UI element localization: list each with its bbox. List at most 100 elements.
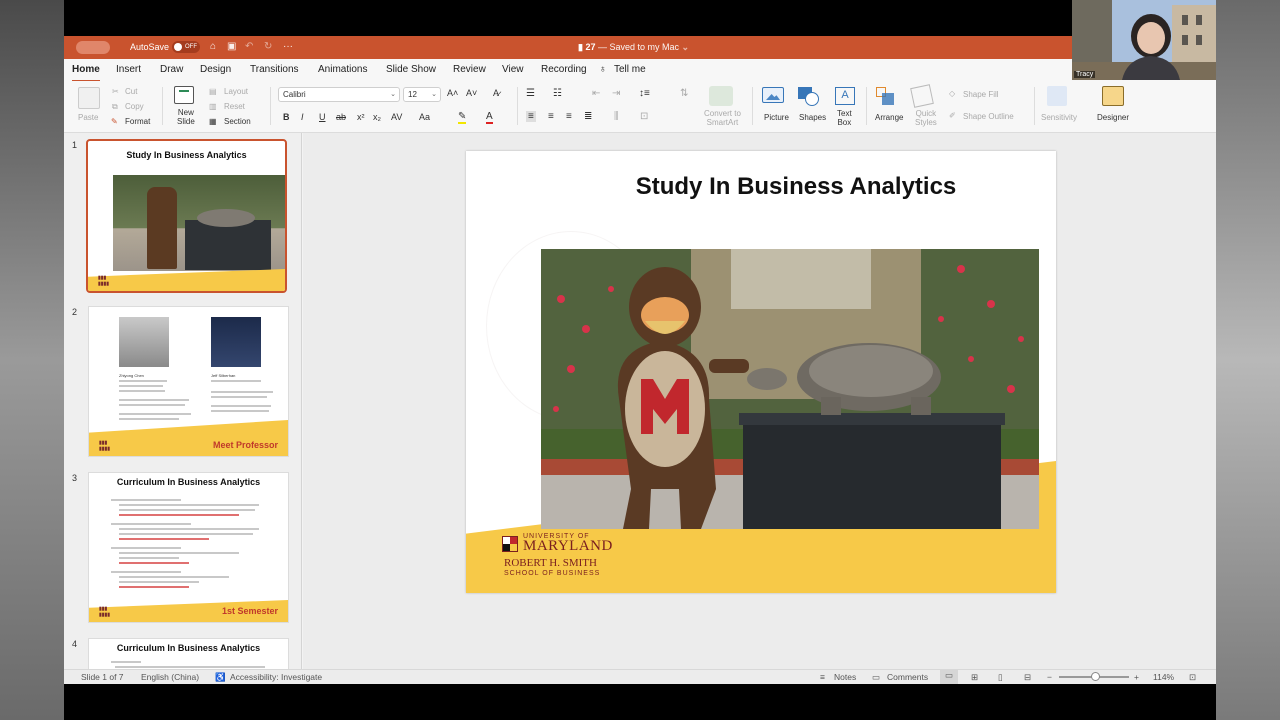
- shapes-button[interactable]: Shapes: [799, 113, 826, 122]
- new-slide-button[interactable]: New Slide: [177, 108, 195, 126]
- shape-fill-button[interactable]: Shape Fill: [963, 90, 999, 99]
- slide-photo[interactable]: [541, 249, 1039, 529]
- thumbnail-title: Curriculum In Business Analytics: [116, 643, 261, 653]
- tab-insert[interactable]: Insert: [116, 64, 141, 75]
- slide-thumbnail-1[interactable]: Study In Business Analytics ▮▮▮ ▮▮▮▮: [86, 139, 287, 293]
- convert-smartart-button[interactable]: Convert to SmartArt: [704, 109, 741, 127]
- tab-review[interactable]: Review: [453, 64, 486, 75]
- copy-button[interactable]: Copy: [125, 102, 144, 111]
- chevron-down-icon[interactable]: ⌄: [679, 42, 690, 52]
- decrease-font-icon[interactable]: A˅: [466, 88, 477, 98]
- change-case-icon[interactable]: Aa: [419, 112, 430, 122]
- clear-format-icon[interactable]: A̷: [493, 88, 499, 98]
- char-spacing-icon[interactable]: AV: [391, 112, 402, 122]
- tab-design[interactable]: Design: [200, 64, 231, 75]
- increase-indent-icon[interactable]: ⇥: [612, 88, 620, 99]
- participant-name: Tracy: [1074, 71, 1096, 78]
- window-controls[interactable]: [76, 41, 110, 54]
- align-center-icon[interactable]: ≡: [548, 111, 554, 122]
- slide-number: 2: [72, 307, 78, 317]
- tab-recording[interactable]: Recording: [541, 64, 587, 75]
- arrange-button[interactable]: Arrange: [875, 113, 903, 122]
- slide-thumbnail-3[interactable]: Curriculum In Business Analytics ▮▮▮▮▮▮: [88, 472, 289, 623]
- zoom-level[interactable]: 114%: [1153, 672, 1174, 682]
- autosave-label: AutoSave: [130, 42, 170, 52]
- paint-bucket-icon: ◇: [949, 89, 956, 98]
- columns-icon[interactable]: ⫼: [614, 111, 619, 122]
- redo-icon[interactable]: ↻: [264, 41, 272, 52]
- cut-button[interactable]: Cut: [125, 87, 137, 96]
- sensitivity-icon[interactable]: [1047, 86, 1067, 106]
- font-color-icon[interactable]: A: [486, 111, 493, 124]
- quick-styles-icon[interactable]: [910, 84, 934, 108]
- format-painter-button[interactable]: Format: [125, 117, 150, 126]
- tab-animations[interactable]: Animations: [318, 64, 367, 75]
- slide-sorter-icon[interactable]: ⊞: [971, 672, 978, 683]
- undo-icon[interactable]: ↶: [245, 41, 253, 52]
- fit-slide-icon[interactable]: ⊡: [1189, 672, 1196, 683]
- superscript-icon[interactable]: x²: [357, 112, 365, 122]
- strikethrough-icon[interactable]: ab: [336, 112, 346, 122]
- highlight-icon[interactable]: ✎: [458, 111, 467, 124]
- font-size-field[interactable]: 12 ⌄: [403, 87, 441, 102]
- designer-button[interactable]: Designer: [1097, 113, 1129, 122]
- designer-icon[interactable]: [1102, 86, 1124, 106]
- layout-icon: ▤: [209, 87, 217, 96]
- tab-view[interactable]: View: [502, 64, 524, 75]
- quick-styles-button[interactable]: Quick Styles: [915, 109, 937, 127]
- slide-title[interactable]: Study In Business Analytics: [621, 173, 971, 201]
- slide-thumbnail-2[interactable]: Zhiyong Chen Jeff Silberhan ▮▮▮ ▮▮▮▮ Meet…: [88, 306, 289, 457]
- reset-button[interactable]: Reset: [224, 102, 245, 111]
- picture-icon[interactable]: [762, 87, 784, 103]
- home-icon[interactable]: ⌂: [210, 41, 216, 52]
- current-slide[interactable]: Study In Business Analytics UNIVERSITY O…: [466, 151, 1056, 593]
- numbering-icon[interactable]: ☷: [553, 88, 562, 99]
- subscript-icon[interactable]: x₂: [373, 112, 381, 122]
- normal-view-icon[interactable]: ▭: [940, 670, 958, 684]
- align-right-icon[interactable]: ≡: [566, 111, 572, 122]
- zoom-slider-handle[interactable]: [1091, 672, 1100, 681]
- tab-draw[interactable]: Draw: [160, 64, 183, 75]
- paste-button[interactable]: Paste: [78, 113, 98, 122]
- increase-font-icon[interactable]: A˄: [447, 88, 458, 98]
- comments-button[interactable]: Comments: [887, 672, 928, 682]
- font-name-field[interactable]: Calibri ⌄: [278, 87, 400, 102]
- slide-editor[interactable]: Study In Business Analytics UNIVERSITY O…: [303, 133, 1216, 669]
- language-status[interactable]: English (China): [141, 672, 199, 682]
- autosave-toggle[interactable]: OFF: [172, 41, 200, 53]
- zoom-in-icon[interactable]: +: [1134, 672, 1139, 682]
- accessibility-status[interactable]: Accessibility: Investigate: [230, 672, 322, 682]
- notes-button[interactable]: Notes: [834, 672, 856, 682]
- picture-button[interactable]: Picture: [764, 113, 789, 122]
- tell-me[interactable]: Tell me: [614, 64, 646, 75]
- justify-icon[interactable]: ≣: [584, 111, 592, 122]
- save-icon[interactable]: ▣: [227, 41, 236, 52]
- thumbnail-logo: ▮▮▮ ▮▮▮▮: [99, 606, 111, 618]
- new-slide-icon[interactable]: [174, 86, 194, 104]
- text-direction-icon[interactable]: ⇅: [680, 88, 688, 99]
- bullets-icon[interactable]: ☰: [526, 88, 535, 99]
- align-text-icon[interactable]: ⊡: [640, 111, 648, 122]
- line-spacing-icon[interactable]: ↕≡: [639, 88, 650, 99]
- align-left-icon[interactable]: ≡: [526, 111, 536, 122]
- sensitivity-button[interactable]: Sensitivity: [1041, 113, 1077, 122]
- tab-transitions[interactable]: Transitions: [250, 64, 299, 75]
- slideshow-icon[interactable]: ⊟: [1024, 672, 1031, 683]
- text-box-icon[interactable]: A: [835, 87, 855, 105]
- layout-button[interactable]: Layout: [224, 87, 248, 96]
- text-box-button[interactable]: Text Box: [837, 109, 852, 127]
- decrease-indent-icon[interactable]: ⇤: [592, 88, 600, 99]
- more-icon[interactable]: ···: [283, 41, 293, 52]
- reading-view-icon[interactable]: ▯: [998, 672, 1003, 683]
- divider: [1034, 87, 1035, 125]
- tab-slide-show[interactable]: Slide Show: [386, 64, 436, 75]
- logo-line-maryland: MARYLAND: [523, 538, 613, 554]
- zoom-out-icon[interactable]: −: [1047, 672, 1052, 682]
- shape-outline-button[interactable]: Shape Outline: [963, 112, 1014, 121]
- section-button[interactable]: Section: [224, 117, 251, 126]
- tab-home[interactable]: Home: [72, 64, 100, 82]
- bold-icon[interactable]: B: [283, 112, 290, 122]
- underline-icon[interactable]: U: [319, 112, 326, 122]
- smartart-icon[interactable]: [709, 86, 733, 106]
- italic-icon[interactable]: I: [301, 112, 304, 122]
